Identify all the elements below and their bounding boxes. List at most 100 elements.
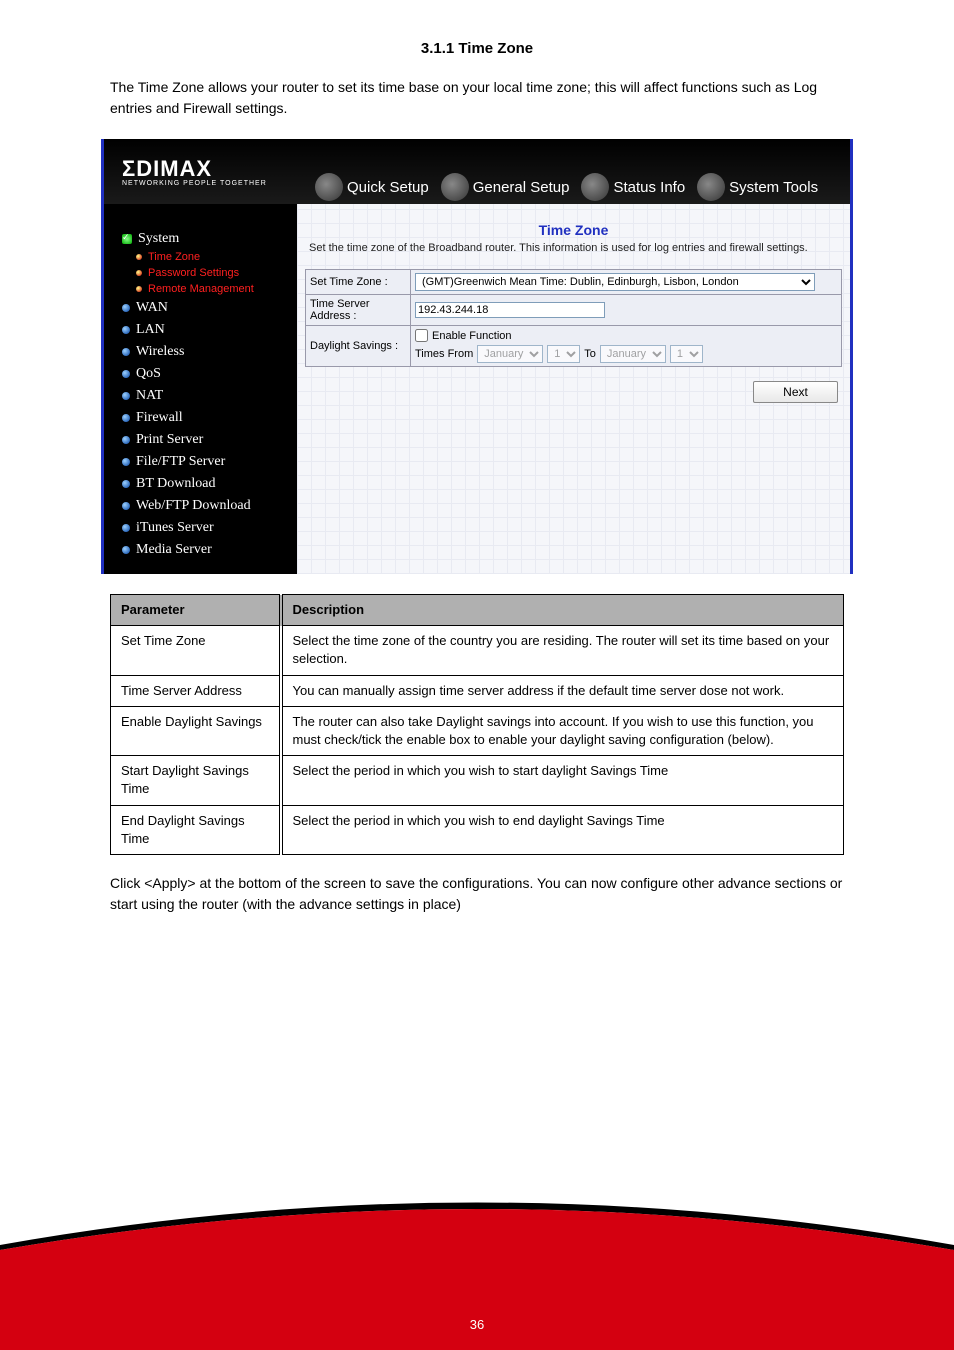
top-tabs: Quick Setup General Setup Status Info Sy… bbox=[309, 139, 850, 204]
sidebar-label: LAN bbox=[136, 322, 165, 338]
table-row: Enable Daylight Savings The router can a… bbox=[111, 706, 844, 755]
sidebar-label: Web/FTP Download bbox=[136, 498, 251, 514]
sidebar-item-qos[interactable]: QoS bbox=[122, 363, 297, 385]
times-from-label: Times From bbox=[415, 348, 473, 360]
sidebar-item-lan[interactable]: LAN bbox=[122, 319, 297, 341]
bullet-icon bbox=[122, 502, 130, 510]
param-cell: Enable Daylight Savings bbox=[111, 706, 281, 755]
sidebar-label: NAT bbox=[136, 388, 163, 404]
sidebar-label: Media Server bbox=[136, 542, 212, 558]
param-cell: End Daylight Savings Time bbox=[111, 805, 281, 854]
sidebar-item-bt-download[interactable]: BT Download bbox=[122, 473, 297, 495]
table-row: Time Server Address You can manually ass… bbox=[111, 675, 844, 706]
daylight-enable-checkbox[interactable] bbox=[415, 329, 428, 342]
desc-cell: Select the time zone of the country you … bbox=[281, 626, 844, 675]
main-area: System Time Zone Password Settings Remot… bbox=[104, 204, 850, 574]
from-day-select[interactable]: 1 bbox=[547, 345, 580, 363]
sidebar-label: iTunes Server bbox=[136, 520, 214, 536]
sidebar-label: Print Server bbox=[136, 432, 203, 448]
tab-system-tools[interactable]: System Tools bbox=[691, 173, 824, 201]
tab-status-info[interactable]: Status Info bbox=[575, 173, 691, 201]
sidebar-item-web-ftp-download[interactable]: Web/FTP Download bbox=[122, 495, 297, 517]
tab-label: General Setup bbox=[473, 179, 570, 196]
bullet-icon bbox=[122, 304, 130, 312]
logo: ΣDIMAX NETWORKING PEOPLE TOGETHER bbox=[104, 156, 309, 187]
panel-desc: Set the time zone of the Broadband route… bbox=[309, 241, 842, 255]
sidebar-item-system[interactable]: System bbox=[122, 229, 297, 249]
bullet-icon bbox=[136, 286, 142, 292]
bullet-icon bbox=[122, 524, 130, 532]
timezone-select[interactable]: (GMT)Greenwich Mean Time: Dublin, Edinbu… bbox=[415, 273, 815, 291]
parameter-table: Parameter Description Set Time Zone Sele… bbox=[110, 594, 844, 855]
sidebar-item-wireless[interactable]: Wireless bbox=[122, 341, 297, 363]
sidebar-item-firewall[interactable]: Firewall bbox=[122, 407, 297, 429]
globe-icon bbox=[697, 173, 725, 201]
page-heading: 3.1.1 Time Zone bbox=[0, 0, 954, 67]
after-text: Click <Apply> at the bottom of the scree… bbox=[0, 855, 954, 935]
tab-general-setup[interactable]: General Setup bbox=[435, 173, 576, 201]
sidebar-sub-label: Time Zone bbox=[148, 251, 200, 263]
bullet-icon bbox=[136, 254, 142, 260]
bullet-icon bbox=[122, 436, 130, 444]
sidebar-label: Wireless bbox=[136, 344, 184, 360]
globe-icon bbox=[441, 173, 469, 201]
topbar: ΣDIMAX NETWORKING PEOPLE TOGETHER Quick … bbox=[104, 139, 850, 204]
sidebar-sub-time-zone[interactable]: Time Zone bbox=[122, 249, 297, 265]
next-button[interactable]: Next bbox=[753, 381, 838, 403]
sidebar-item-file-ftp-server[interactable]: File/FTP Server bbox=[122, 451, 297, 473]
table-row: Set Time Zone Select the time zone of th… bbox=[111, 626, 844, 675]
bullet-icon bbox=[122, 414, 130, 422]
param-cell: Start Daylight Savings Time bbox=[111, 756, 281, 805]
logo-text: ΣDIMAX bbox=[122, 156, 309, 182]
form-table: Set Time Zone : (GMT)Greenwich Mean Time… bbox=[305, 269, 842, 367]
sidebar-label: System bbox=[138, 231, 179, 247]
time-server-input[interactable] bbox=[415, 302, 605, 318]
sidebar-label: BT Download bbox=[136, 476, 215, 492]
globe-icon bbox=[315, 173, 343, 201]
tab-label: Quick Setup bbox=[347, 179, 429, 196]
label-set-time-zone: Set Time Zone : bbox=[306, 270, 411, 295]
param-cell: Set Time Zone bbox=[111, 626, 281, 675]
desc-cell: Select the period in which you wish to s… bbox=[281, 756, 844, 805]
sidebar-item-nat[interactable]: NAT bbox=[122, 385, 297, 407]
tab-label: Status Info bbox=[613, 179, 685, 196]
sidebar-sub-password-settings[interactable]: Password Settings bbox=[122, 265, 297, 281]
globe-icon bbox=[581, 173, 609, 201]
sidebar-item-wan[interactable]: WAN bbox=[122, 297, 297, 319]
sidebar-label: QoS bbox=[136, 366, 161, 382]
table-row: Start Daylight Savings Time Select the p… bbox=[111, 756, 844, 805]
tab-quick-setup[interactable]: Quick Setup bbox=[309, 173, 435, 201]
sidebar-label: Firewall bbox=[136, 410, 183, 426]
bullet-icon bbox=[122, 348, 130, 356]
bullet-icon bbox=[122, 392, 130, 400]
from-month-select[interactable]: January bbox=[477, 345, 543, 363]
col-head-param: Parameter bbox=[111, 595, 281, 626]
tab-label: System Tools bbox=[729, 179, 818, 196]
logo-subtext: NETWORKING PEOPLE TOGETHER bbox=[122, 180, 309, 187]
to-month-select[interactable]: January bbox=[600, 345, 666, 363]
label-time-server: Time Server Address : bbox=[306, 295, 411, 326]
sidebar-sub-remote-management[interactable]: Remote Management bbox=[122, 281, 297, 297]
daylight-enable-label: Enable Function bbox=[432, 330, 512, 342]
sidebar-label: WAN bbox=[136, 300, 168, 316]
page-number: 36 bbox=[0, 1317, 954, 1332]
check-icon bbox=[122, 234, 132, 244]
bullet-icon bbox=[122, 370, 130, 378]
bullet-icon bbox=[122, 546, 130, 554]
sidebar-item-print-server[interactable]: Print Server bbox=[122, 429, 297, 451]
page-description: The Time Zone allows your router to set … bbox=[0, 67, 954, 139]
desc-cell: You can manually assign time server addr… bbox=[281, 675, 844, 706]
desc-cell: The router can also take Daylight saving… bbox=[281, 706, 844, 755]
router-screenshot: ΣDIMAX NETWORKING PEOPLE TOGETHER Quick … bbox=[101, 139, 853, 574]
desc-cell: Select the period in which you wish to e… bbox=[281, 805, 844, 854]
to-day-select[interactable]: 1 bbox=[670, 345, 703, 363]
to-label: To bbox=[584, 348, 596, 360]
sidebar: System Time Zone Password Settings Remot… bbox=[104, 204, 297, 574]
sidebar-sub-label: Remote Management bbox=[148, 283, 254, 295]
bullet-icon bbox=[122, 326, 130, 334]
sidebar-item-itunes-server[interactable]: iTunes Server bbox=[122, 517, 297, 539]
table-row: End Daylight Savings Time Select the per… bbox=[111, 805, 844, 854]
bullet-icon bbox=[122, 480, 130, 488]
sidebar-label: File/FTP Server bbox=[136, 454, 225, 470]
sidebar-item-media-server[interactable]: Media Server bbox=[122, 539, 297, 561]
